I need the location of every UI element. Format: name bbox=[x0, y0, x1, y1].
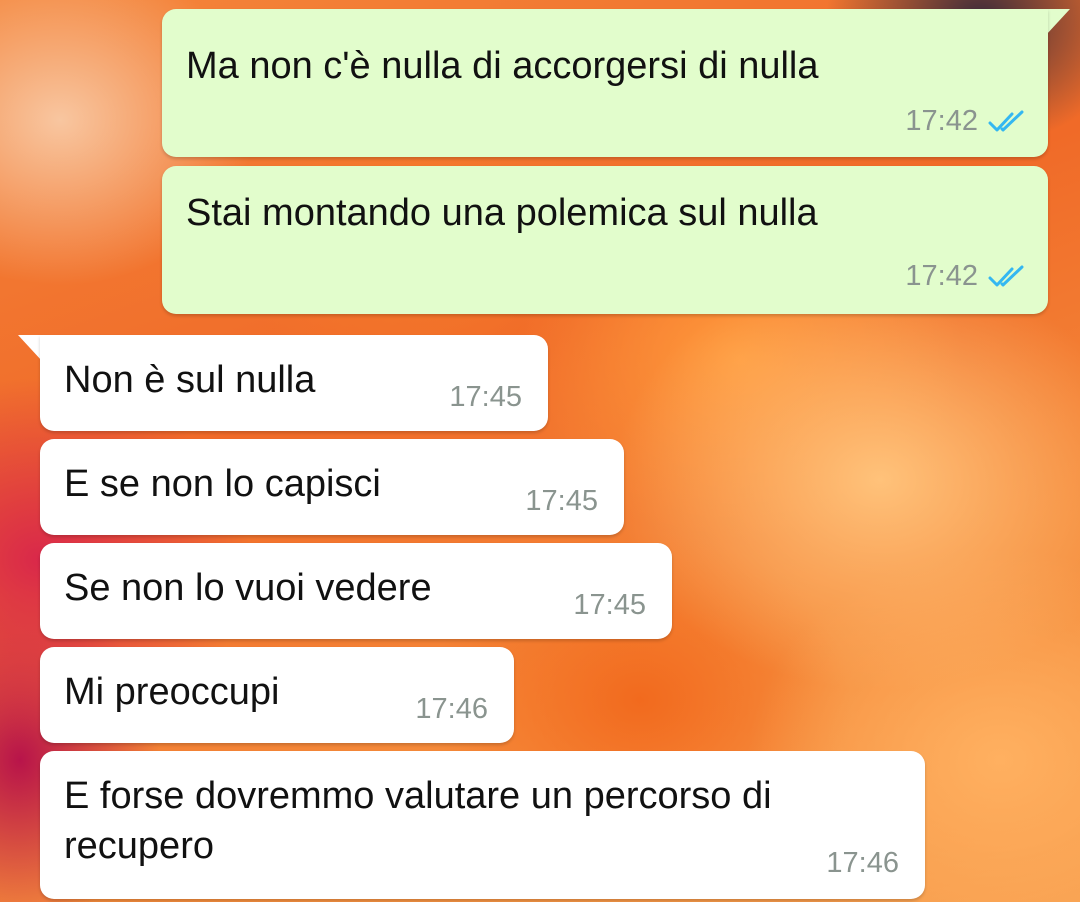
message-text: E forse dovremmo valutare un percorso di… bbox=[64, 775, 772, 867]
message-text: Mi preoccupi bbox=[64, 671, 280, 713]
message-text: Non è sul nulla bbox=[64, 359, 316, 401]
message-bubble-outgoing[interactable]: Stai montando una polemica sul nulla 17:… bbox=[162, 166, 1048, 314]
message-meta: 17:42 bbox=[905, 105, 1026, 138]
message-bubble-incoming[interactable]: E se non lo capisci 17:45 bbox=[40, 439, 624, 535]
message-meta: 17:42 bbox=[905, 260, 1026, 293]
message-time: 17:45 bbox=[449, 381, 522, 413]
message-time: 17:46 bbox=[415, 693, 488, 725]
message-bubble-outgoing[interactable]: Ma non c'è nulla di accorgersi di nulla … bbox=[162, 9, 1048, 157]
message-bubble-incoming[interactable]: Non è sul nulla 17:45 bbox=[40, 335, 548, 431]
double-check-icon bbox=[988, 110, 1024, 131]
message-bubble-incoming[interactable]: E forse dovremmo valutare un percorso di… bbox=[40, 751, 925, 899]
message-time: 17:46 bbox=[826, 847, 899, 879]
message-time: 17:42 bbox=[905, 260, 978, 292]
message-time: 17:45 bbox=[525, 485, 598, 517]
double-check-icon bbox=[988, 265, 1024, 286]
message-bubble-incoming[interactable]: Se non lo vuoi vedere 17:45 bbox=[40, 543, 672, 639]
bubble-tail bbox=[1046, 9, 1070, 35]
message-time: 17:45 bbox=[573, 589, 646, 621]
bubble-tail bbox=[18, 335, 42, 361]
message-text: Ma non c'è nulla di accorgersi di nulla bbox=[186, 45, 819, 87]
message-text: E se non lo capisci bbox=[64, 463, 381, 505]
message-bubble-incoming[interactable]: Mi preoccupi 17:46 bbox=[40, 647, 514, 743]
message-text: Se non lo vuoi vedere bbox=[64, 567, 432, 609]
message-time: 17:42 bbox=[905, 105, 978, 137]
message-text: Stai montando una polemica sul nulla bbox=[186, 192, 818, 234]
